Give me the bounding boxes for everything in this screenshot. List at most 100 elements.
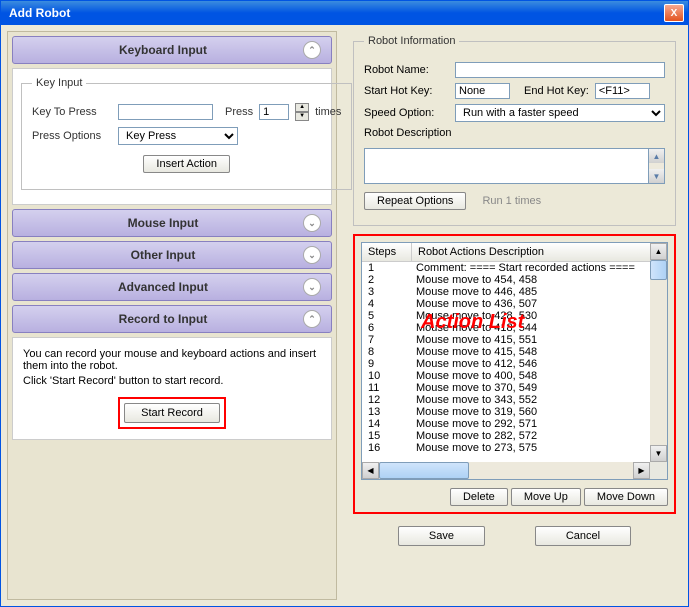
repeat-options-button[interactable]: Repeat Options <box>364 192 466 210</box>
keyboard-input-header[interactable]: Keyboard Input ⌃ <box>12 36 332 64</box>
table-row[interactable]: 9Mouse move to 412, 546 <box>362 358 667 370</box>
robot-info-fieldset: Robot Information Robot Name: Start Hot … <box>353 35 676 226</box>
press-options-select[interactable]: Key Press <box>118 127 238 145</box>
step-cell: 10 <box>362 370 412 382</box>
save-button[interactable]: Save <box>398 526 485 546</box>
end-hotkey-input[interactable] <box>595 83 650 99</box>
close-icon: X <box>671 8 678 19</box>
start-hotkey-label: Start Hot Key: <box>364 85 449 97</box>
vertical-scrollbar[interactable]: ▲ ▼ <box>650 243 667 462</box>
move-down-button[interactable]: Move Down <box>584 488 668 506</box>
right-panel: Robot Information Robot Name: Start Hot … <box>347 31 682 600</box>
mouse-input-header[interactable]: Mouse Input ⌄ <box>12 209 332 237</box>
table-row[interactable]: 13Mouse move to 319, 560 <box>362 406 667 418</box>
spinner-up[interactable]: ▲ <box>295 103 309 112</box>
desc-cell: Mouse move to 415, 548 <box>412 346 667 358</box>
desc-cell: Mouse move to 436, 507 <box>412 298 667 310</box>
robot-name-input[interactable] <box>455 62 665 78</box>
speed-option-select[interactable]: Run with a faster speed <box>455 104 665 122</box>
press-label: Press <box>225 106 253 118</box>
chevron-up-icon: ⌃ <box>303 310 321 328</box>
step-cell: 9 <box>362 358 412 370</box>
delete-button[interactable]: Delete <box>450 488 508 506</box>
step-cell: 7 <box>362 334 412 346</box>
scroll-thumb[interactable] <box>379 462 469 479</box>
desc-cell: Mouse move to 415, 551 <box>412 334 667 346</box>
insert-action-button[interactable]: Insert Action <box>143 155 230 173</box>
step-cell: 15 <box>362 430 412 442</box>
robot-desc-label: Robot Description <box>364 127 665 139</box>
robot-desc-textarea[interactable] <box>364 148 649 184</box>
scroll-up-icon: ▲ <box>650 243 667 260</box>
table-row[interactable]: 10Mouse move to 400, 548 <box>362 370 667 382</box>
start-record-highlight: Start Record <box>118 397 226 429</box>
step-cell: 1 <box>362 262 412 274</box>
desc-cell: Mouse move to 418, 544 <box>412 322 667 334</box>
left-panel: Keyboard Input ⌃ Key Input Key To Press … <box>7 31 337 600</box>
action-table: Steps Robot Actions Description 1Comment… <box>361 242 668 480</box>
desc-cell: Mouse move to 412, 546 <box>412 358 667 370</box>
desc-cell: Mouse move to 428, 530 <box>412 310 667 322</box>
titlebar: Add Robot X <box>1 1 688 25</box>
other-input-header[interactable]: Other Input ⌄ <box>12 241 332 269</box>
cancel-button[interactable]: Cancel <box>535 526 631 546</box>
step-cell: 14 <box>362 418 412 430</box>
other-input-title: Other Input <box>23 248 303 262</box>
actions-column-header[interactable]: Robot Actions Description <box>412 243 667 261</box>
table-row[interactable]: 12Mouse move to 343, 552 <box>362 394 667 406</box>
table-row[interactable]: 4Mouse move to 436, 507 <box>362 298 667 310</box>
scroll-right-icon: ▶ <box>633 462 650 479</box>
desc-cell: Mouse move to 282, 572 <box>412 430 667 442</box>
move-up-button[interactable]: Move Up <box>511 488 581 506</box>
desc-cell: Mouse move to 273, 575 <box>412 442 667 454</box>
scroll-down-icon: ▼ <box>650 445 667 462</box>
desc-cell: Mouse move to 343, 552 <box>412 394 667 406</box>
table-row[interactable]: 15Mouse move to 282, 572 <box>362 430 667 442</box>
desc-cell: Mouse move to 292, 571 <box>412 418 667 430</box>
action-table-body[interactable]: 1Comment: ==== Start recorded actions ==… <box>362 262 667 457</box>
step-cell: 6 <box>362 322 412 334</box>
spinner-down[interactable]: ▼ <box>295 112 309 121</box>
press-count-input[interactable] <box>259 104 289 120</box>
scroll-thumb[interactable] <box>650 260 667 280</box>
chevron-down-icon: ⌄ <box>303 278 321 296</box>
desc-cell: Mouse move to 370, 549 <box>412 382 667 394</box>
scroll-up-icon: ▲ <box>649 149 664 163</box>
record-input-header[interactable]: Record to Input ⌃ <box>12 305 332 333</box>
times-label: times <box>315 106 341 118</box>
table-row[interactable]: 6Mouse move to 418, 544 <box>362 322 667 334</box>
horizontal-scrollbar[interactable]: ◀ ▶ <box>362 462 650 479</box>
table-row[interactable]: 14Mouse move to 292, 571 <box>362 418 667 430</box>
key-input-fieldset: Key Input Key To Press Press ▲ ▼ times <box>21 77 352 190</box>
record-body: You can record your mouse and keyboard a… <box>12 337 332 440</box>
key-to-press-input[interactable] <box>118 104 213 120</box>
desc-cell: Mouse move to 319, 560 <box>412 406 667 418</box>
textarea-scrollbar[interactable]: ▲ ▼ <box>649 148 665 184</box>
step-cell: 11 <box>362 382 412 394</box>
table-row[interactable]: 8Mouse move to 415, 548 <box>362 346 667 358</box>
speed-option-label: Speed Option: <box>364 107 449 119</box>
table-row[interactable]: 3Mouse move to 446, 485 <box>362 286 667 298</box>
advanced-input-header[interactable]: Advanced Input ⌄ <box>12 273 332 301</box>
table-row[interactable]: 16Mouse move to 273, 575 <box>362 442 667 454</box>
action-list-highlight: Steps Robot Actions Description 1Comment… <box>353 234 676 514</box>
record-text-1: You can record your mouse and keyboard a… <box>23 348 321 372</box>
table-row[interactable]: 1Comment: ==== Start recorded actions ==… <box>362 262 667 274</box>
robot-info-legend: Robot Information <box>364 35 459 47</box>
table-row[interactable]: 2Mouse move to 454, 458 <box>362 274 667 286</box>
chevron-down-icon: ⌄ <box>303 214 321 232</box>
table-row[interactable]: 7Mouse move to 415, 551 <box>362 334 667 346</box>
scroll-left-icon: ◀ <box>362 462 379 479</box>
repeat-status-text: Run 1 times <box>482 195 541 207</box>
close-button[interactable]: X <box>664 4 684 22</box>
start-record-button[interactable]: Start Record <box>124 403 220 423</box>
steps-column-header[interactable]: Steps <box>362 243 412 261</box>
keyboard-input-title: Keyboard Input <box>23 43 303 57</box>
chevron-up-icon: ⌃ <box>303 41 321 59</box>
advanced-input-title: Advanced Input <box>23 280 303 294</box>
start-hotkey-input[interactable] <box>455 83 510 99</box>
step-cell: 12 <box>362 394 412 406</box>
table-row[interactable]: 11Mouse move to 370, 549 <box>362 382 667 394</box>
step-cell: 13 <box>362 406 412 418</box>
table-row[interactable]: 5Mouse move to 428, 530 <box>362 310 667 322</box>
